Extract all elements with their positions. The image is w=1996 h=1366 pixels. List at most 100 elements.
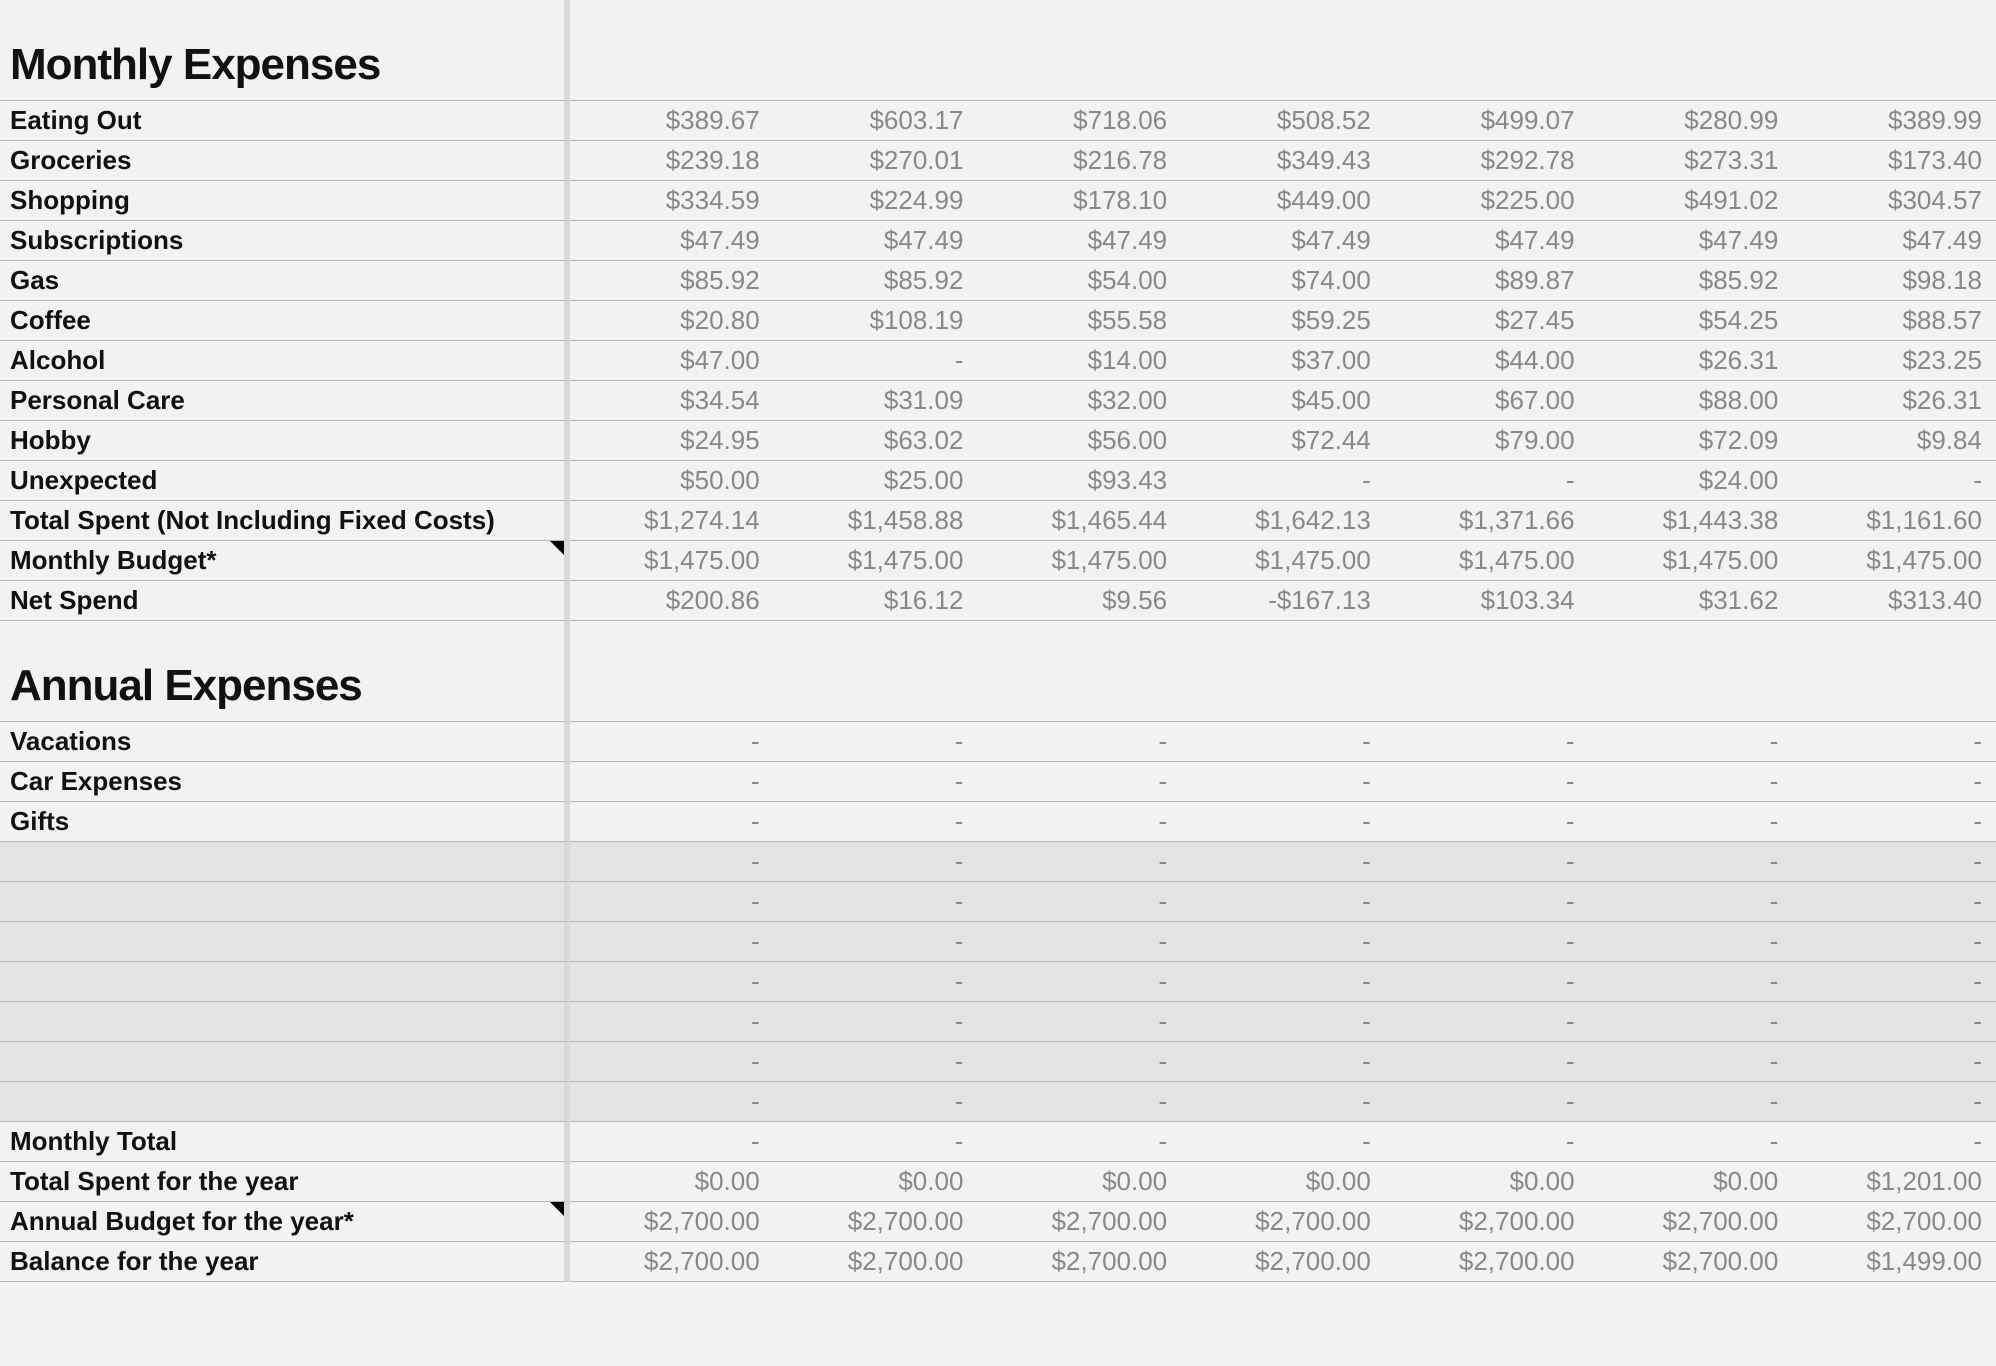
value-cell[interactable]: - [1589, 1082, 1793, 1122]
value-cell[interactable]: - [1792, 842, 1996, 882]
value-cell[interactable]: $225.00 [1385, 181, 1589, 221]
value-cell[interactable]: - [570, 922, 774, 962]
value-cell[interactable]: $26.31 [1792, 381, 1996, 421]
value-cell[interactable]: $2,700.00 [1589, 1202, 1793, 1242]
value-cell[interactable]: - [774, 762, 978, 802]
row-label[interactable]: Annual Budget for the year* [0, 1202, 570, 1242]
value-cell[interactable]: - [1385, 842, 1589, 882]
value-cell[interactable]: - [1589, 1002, 1793, 1042]
value-cell[interactable]: - [570, 1002, 774, 1042]
row-label[interactable]: Alcohol [0, 341, 570, 381]
value-cell[interactable]: $54.25 [1589, 301, 1793, 341]
value-cell[interactable]: $2,700.00 [570, 1242, 774, 1282]
value-cell[interactable]: $56.00 [977, 421, 1181, 461]
value-cell[interactable]: - [1181, 962, 1385, 1002]
value-cell[interactable]: $2,700.00 [1792, 1202, 1996, 1242]
row-label[interactable] [0, 842, 570, 882]
value-cell[interactable]: $16.12 [774, 581, 978, 621]
value-cell[interactable]: $37.00 [1181, 341, 1385, 381]
value-cell[interactable]: - [1792, 922, 1996, 962]
value-cell[interactable]: - [1385, 722, 1589, 762]
value-cell[interactable]: $26.31 [1589, 341, 1793, 381]
value-cell[interactable]: $47.49 [774, 221, 978, 261]
value-cell[interactable]: $2,700.00 [977, 1202, 1181, 1242]
value-cell[interactable]: $47.49 [1385, 221, 1589, 261]
value-cell[interactable]: $85.92 [1589, 261, 1793, 301]
value-cell[interactable]: $200.86 [570, 581, 774, 621]
row-label[interactable]: Vacations [0, 722, 570, 762]
value-cell[interactable]: $20.80 [570, 301, 774, 341]
row-label[interactable]: Total Spent (Not Including Fixed Costs) [0, 501, 570, 541]
value-cell[interactable]: - [1385, 962, 1589, 1002]
value-cell[interactable]: - [1792, 962, 1996, 1002]
value-cell[interactable]: - [774, 842, 978, 882]
value-cell[interactable]: $50.00 [570, 461, 774, 501]
row-label[interactable]: Total Spent for the year [0, 1162, 570, 1202]
value-cell[interactable]: - [1792, 882, 1996, 922]
row-label[interactable]: Gifts [0, 802, 570, 842]
value-cell[interactable]: $47.49 [1181, 221, 1385, 261]
value-cell[interactable]: - [1181, 1082, 1385, 1122]
value-cell[interactable]: $1,201.00 [1792, 1162, 1996, 1202]
value-cell[interactable]: - [1181, 842, 1385, 882]
value-cell[interactable]: - [1181, 922, 1385, 962]
value-cell[interactable]: $98.18 [1792, 261, 1996, 301]
value-cell[interactable]: $2,700.00 [774, 1202, 978, 1242]
value-cell[interactable]: $2,700.00 [1181, 1202, 1385, 1242]
value-cell[interactable]: - [1589, 1042, 1793, 1082]
value-cell[interactable]: $304.57 [1792, 181, 1996, 221]
value-cell[interactable]: - [774, 1122, 978, 1162]
value-cell[interactable]: $334.59 [570, 181, 774, 221]
value-cell[interactable]: $2,700.00 [1589, 1242, 1793, 1282]
value-cell[interactable]: $508.52 [1181, 101, 1385, 141]
value-cell[interactable]: - [1181, 461, 1385, 501]
value-cell[interactable]: $67.00 [1385, 381, 1589, 421]
value-cell[interactable]: $1,475.00 [1385, 541, 1589, 581]
value-cell[interactable]: $59.25 [1181, 301, 1385, 341]
value-cell[interactable]: - [570, 1122, 774, 1162]
value-cell[interactable]: - [1181, 882, 1385, 922]
value-cell[interactable]: - [977, 842, 1181, 882]
value-cell[interactable]: - [1385, 762, 1589, 802]
value-cell[interactable]: $47.00 [570, 341, 774, 381]
value-cell[interactable]: - [977, 1002, 1181, 1042]
value-cell[interactable]: $491.02 [1589, 181, 1793, 221]
row-label[interactable]: Monthly Total [0, 1122, 570, 1162]
value-cell[interactable]: $47.49 [1589, 221, 1793, 261]
value-cell[interactable]: - [1792, 762, 1996, 802]
value-cell[interactable]: - [1589, 802, 1793, 842]
row-label[interactable]: Groceries [0, 141, 570, 181]
row-label[interactable]: Coffee [0, 301, 570, 341]
value-cell[interactable]: $27.45 [1385, 301, 1589, 341]
value-cell[interactable]: $1,161.60 [1792, 501, 1996, 541]
row-label[interactable] [0, 922, 570, 962]
value-cell[interactable]: $224.99 [774, 181, 978, 221]
value-cell[interactable]: - [1385, 1082, 1589, 1122]
value-cell[interactable]: $72.09 [1589, 421, 1793, 461]
value-cell[interactable]: $0.00 [1385, 1162, 1589, 1202]
value-cell[interactable]: $273.31 [1589, 141, 1793, 181]
value-cell[interactable]: $79.00 [1385, 421, 1589, 461]
value-cell[interactable]: - [977, 962, 1181, 1002]
value-cell[interactable]: - [1385, 1002, 1589, 1042]
value-cell[interactable]: $55.58 [977, 301, 1181, 341]
value-cell[interactable]: - [1792, 1082, 1996, 1122]
value-cell[interactable]: - [570, 962, 774, 1002]
value-cell[interactable]: - [1385, 802, 1589, 842]
value-cell[interactable]: $44.00 [1385, 341, 1589, 381]
value-cell[interactable]: - [570, 882, 774, 922]
value-cell[interactable]: - [1792, 722, 1996, 762]
row-label[interactable] [0, 1002, 570, 1042]
value-cell[interactable]: $0.00 [1589, 1162, 1793, 1202]
value-cell[interactable]: $45.00 [1181, 381, 1385, 421]
value-cell[interactable]: - [1589, 882, 1793, 922]
value-cell[interactable]: - [774, 341, 978, 381]
value-cell[interactable]: - [1181, 722, 1385, 762]
value-cell[interactable]: - [977, 1122, 1181, 1162]
value-cell[interactable]: $9.56 [977, 581, 1181, 621]
value-cell[interactable]: $1,499.00 [1792, 1242, 1996, 1282]
value-cell[interactable]: $389.67 [570, 101, 774, 141]
value-cell[interactable]: - [977, 802, 1181, 842]
value-cell[interactable]: $47.49 [977, 221, 1181, 261]
value-cell[interactable]: - [774, 1002, 978, 1042]
